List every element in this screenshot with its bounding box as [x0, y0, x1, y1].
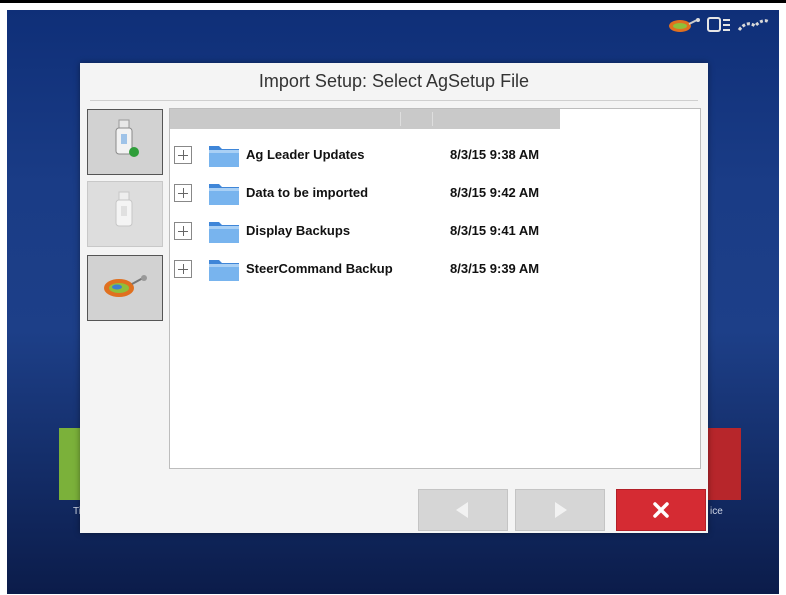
cancel-button[interactable]	[616, 489, 706, 531]
back-button[interactable]	[418, 489, 508, 531]
expand-icon[interactable]	[174, 260, 192, 278]
forward-button[interactable]	[515, 489, 605, 531]
file-row[interactable]: SteerCommand Backup 8/3/15 9:39 AM	[170, 253, 690, 287]
usb-source-button-disabled[interactable]	[87, 181, 163, 247]
file-list-header	[170, 109, 560, 129]
agfiniti-source-button[interactable]	[87, 255, 163, 321]
folder-icon	[209, 260, 239, 281]
folder-icon	[209, 184, 239, 205]
usb-drive-icon	[110, 190, 140, 239]
close-icon	[653, 502, 669, 518]
file-date: 8/3/15 9:41 AM	[450, 223, 540, 238]
arrow-right-icon	[555, 502, 567, 518]
title-divider	[90, 100, 698, 101]
import-setup-dialog: Import Setup: Select AgSetup File Ag Lea…	[80, 63, 708, 533]
arrow-left-icon	[456, 502, 468, 518]
background-tile-right-label: ice	[710, 506, 723, 517]
agfiniti-cloud-icon	[101, 272, 149, 305]
display-status-icon[interactable]	[707, 16, 731, 39]
expand-icon[interactable]	[174, 184, 192, 202]
usb-source-button-selected[interactable]	[87, 109, 163, 175]
file-row[interactable]: Data to be imported 8/3/15 9:42 AM	[170, 177, 690, 211]
background-tile-red	[707, 428, 741, 500]
expand-icon[interactable]	[174, 222, 192, 240]
file-name: Ag Leader Updates	[246, 147, 365, 162]
file-browser[interactable]: Ag Leader Updates 8/3/15 9:38 AM Data to…	[169, 108, 701, 469]
file-name: SteerCommand Backup	[246, 261, 393, 276]
usb-drive-connected-icon	[110, 118, 140, 167]
file-row[interactable]: Ag Leader Updates 8/3/15 9:38 AM	[170, 139, 690, 173]
file-name: Data to be imported	[246, 185, 369, 200]
folder-icon	[209, 222, 239, 243]
folder-icon	[209, 146, 239, 167]
signal-status-icon[interactable]	[737, 16, 771, 39]
expand-icon[interactable]	[174, 146, 192, 164]
file-row[interactable]: Display Backups 8/3/15 9:41 AM	[170, 215, 690, 249]
status-bar	[667, 16, 771, 38]
file-name: Display Backups	[246, 223, 351, 238]
file-date: 8/3/15 9:38 AM	[450, 147, 540, 162]
file-date: 8/3/15 9:42 AM	[450, 185, 540, 200]
top-border	[0, 0, 786, 3]
dialog-title: Import Setup: Select AgSetup File	[258, 71, 530, 91]
agfiniti-status-icon[interactable]	[667, 16, 701, 39]
file-date: 8/3/15 9:39 AM	[450, 261, 540, 276]
